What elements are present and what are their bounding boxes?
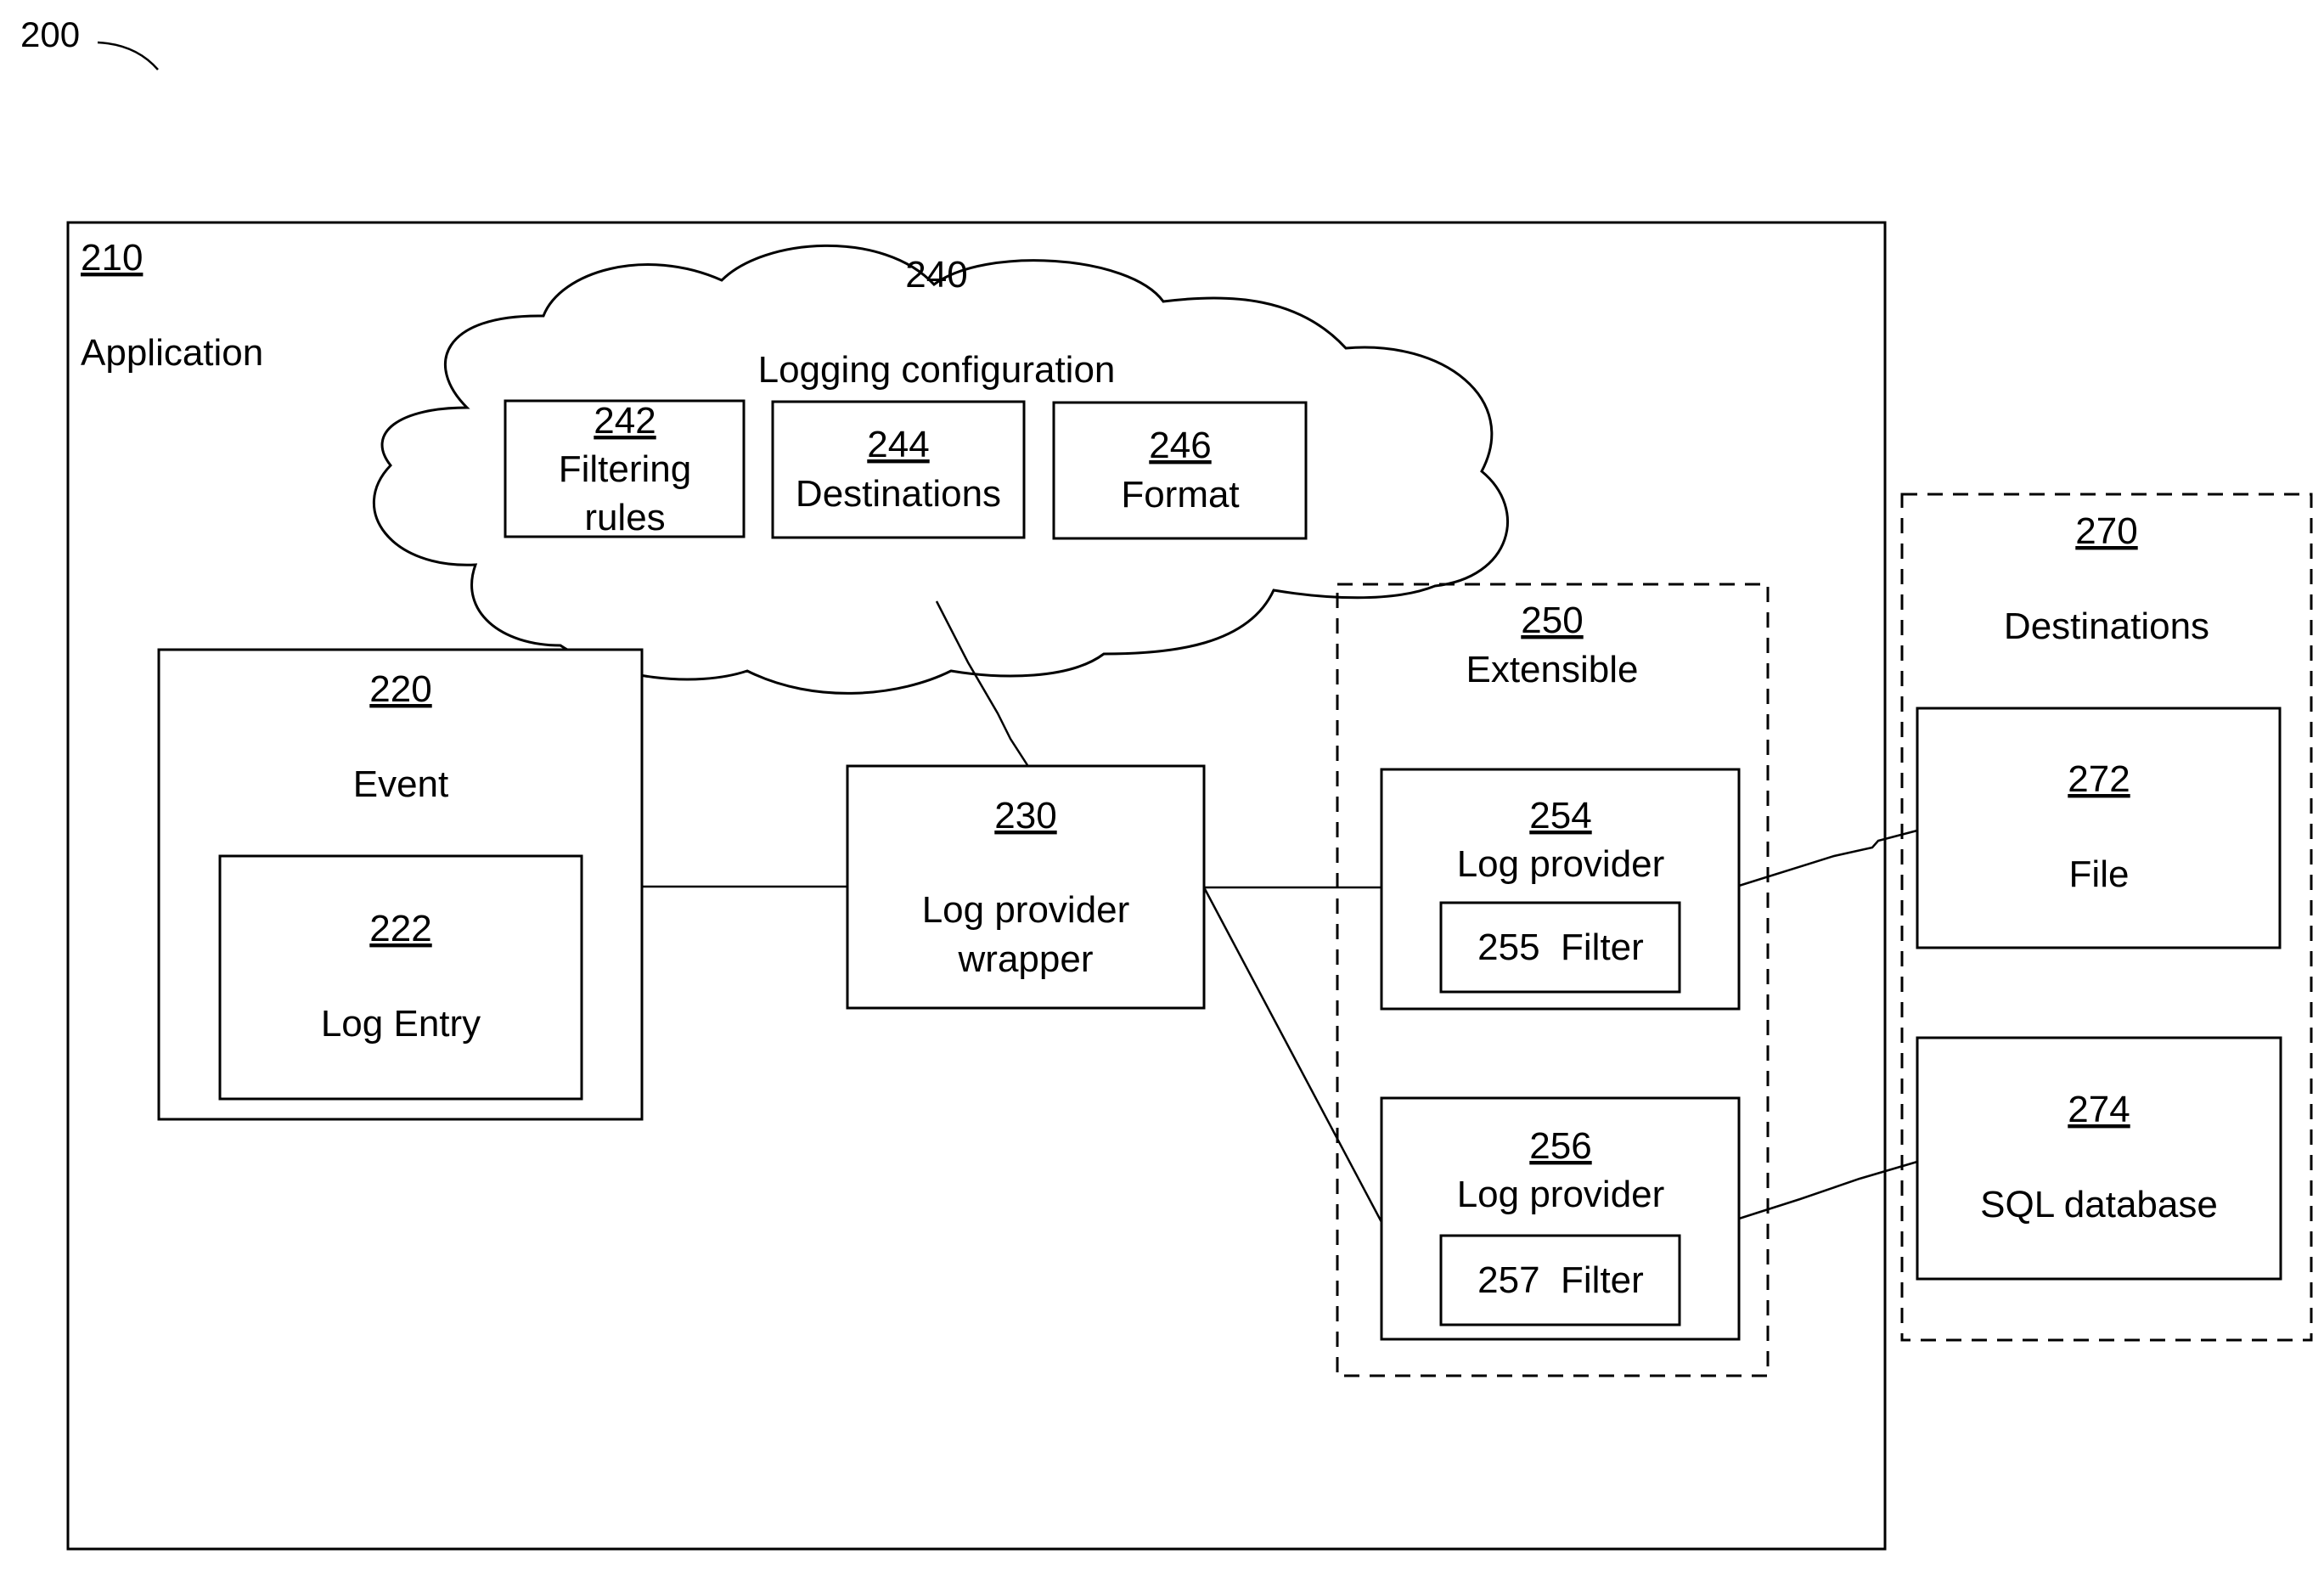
log-provider-wrapper-box: 230 Log provider wrapper bbox=[846, 764, 1206, 1010]
destination-file: 272 File bbox=[1916, 707, 2282, 949]
connector-wrapper-provider-256 bbox=[1202, 887, 1383, 1223]
wrapper-number: 230 bbox=[994, 795, 1056, 836]
config-item-number: 244 bbox=[867, 424, 929, 465]
log-provider-254: 254 Log provider 255 Filter bbox=[1380, 768, 1741, 1011]
destination-number: 272 bbox=[2068, 758, 2130, 800]
filter-label: 257 Filter bbox=[1477, 1259, 1644, 1301]
destination-title: SQL database bbox=[1980, 1184, 2218, 1225]
logging-config-title: Logging configuration bbox=[758, 349, 1116, 391]
wrapper-label: Log provider bbox=[922, 889, 1130, 931]
destination-title: File bbox=[2069, 853, 2130, 895]
config-item-label: Destinations bbox=[796, 473, 1001, 515]
provider-number: 256 bbox=[1529, 1125, 1591, 1167]
config-item-number: 242 bbox=[594, 400, 656, 442]
config-item-filtering-rules: 242 Filtering rules bbox=[504, 399, 746, 538]
wrapper-label: wrapper bbox=[958, 938, 1094, 980]
config-item-label: rules bbox=[584, 497, 665, 538]
config-item-destinations: 244 Destinations bbox=[771, 400, 1026, 539]
figure-leader-line bbox=[97, 41, 159, 70]
log-entry-title: Log Entry bbox=[321, 1003, 481, 1045]
event-title: Event bbox=[353, 763, 449, 805]
provider-title: Log provider bbox=[1457, 843, 1665, 885]
extensible-number: 250 bbox=[1521, 600, 1583, 641]
config-item-label: Format bbox=[1121, 474, 1239, 515]
connector-provider-254-file bbox=[1738, 829, 1918, 887]
destinations-number: 270 bbox=[2075, 510, 2137, 552]
figure-label: 200 bbox=[20, 14, 80, 54]
event-number: 220 bbox=[369, 668, 431, 710]
provider-number: 254 bbox=[1529, 795, 1591, 836]
destinations-title: Destinations bbox=[2004, 605, 2209, 647]
application-title: Application bbox=[81, 332, 263, 374]
extensible-title: Extensible bbox=[1466, 649, 1638, 690]
logging-config-number: 240 bbox=[905, 254, 967, 296]
connector-provider-256-sql bbox=[1738, 1160, 1918, 1220]
config-item-label: Filtering bbox=[559, 448, 692, 490]
patent-diagram: 200 210 Application 240 Logging configur… bbox=[20, 14, 2313, 1551]
config-item-format: 246 Format bbox=[1052, 401, 1308, 540]
application-number: 210 bbox=[81, 237, 143, 279]
destination-number: 274 bbox=[2068, 1089, 2130, 1130]
destination-sql-database: 274 SQL database bbox=[1916, 1036, 2282, 1281]
provider-title: Log provider bbox=[1457, 1174, 1665, 1215]
config-item-number: 246 bbox=[1149, 425, 1211, 466]
log-provider-256: 256 Log provider 257 Filter bbox=[1380, 1096, 1741, 1341]
log-entry-number: 222 bbox=[369, 908, 431, 949]
filter-label: 255 Filter bbox=[1477, 926, 1644, 968]
log-entry-box: 222 Log Entry bbox=[218, 854, 583, 1101]
